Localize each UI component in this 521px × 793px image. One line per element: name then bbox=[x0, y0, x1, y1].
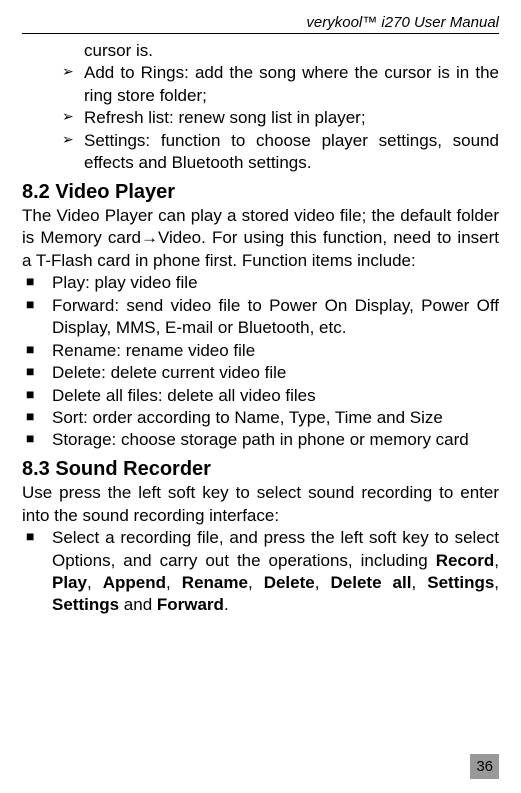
square-icon: ■ bbox=[22, 340, 52, 362]
bold-term: Settings bbox=[52, 595, 119, 614]
sep: , bbox=[248, 573, 264, 592]
square-item: ■ Rename: rename video file bbox=[22, 340, 499, 362]
brand-name: verykool bbox=[306, 14, 362, 31]
bold-term: Settings bbox=[427, 573, 494, 592]
section-83-para: Use press the left soft key to select so… bbox=[22, 482, 499, 527]
square-item: ■ Sort: order according to Name, Type, T… bbox=[22, 407, 499, 429]
header: verykool™ i270 User Manual bbox=[22, 14, 499, 34]
chevron-text: Settings: function to choose player sett… bbox=[84, 130, 499, 175]
sep: , bbox=[166, 573, 182, 592]
square-item: ■ Storage: choose storage path in phone … bbox=[22, 429, 499, 451]
chevron-item: ➢ Add to Rings: add the song where the c… bbox=[22, 62, 499, 107]
chevron-icon: ➢ bbox=[62, 62, 84, 107]
trademark: ™ bbox=[362, 14, 377, 31]
square-icon: ■ bbox=[22, 272, 52, 294]
square-item: ■ Play: play video file bbox=[22, 272, 499, 294]
square-item: ■ Select a recording file, and press the… bbox=[22, 527, 499, 617]
square-icon: ■ bbox=[22, 362, 52, 384]
square-item: ■ Delete all files: delete all video fil… bbox=[22, 385, 499, 407]
square-icon: ■ bbox=[22, 295, 52, 340]
chevron-text: Refresh list: renew song list in player; bbox=[84, 107, 499, 129]
square-text: Forward: send video file to Power On Dis… bbox=[52, 295, 499, 340]
chevron-icon: ➢ bbox=[62, 130, 84, 175]
and-word: and bbox=[119, 595, 157, 614]
square-icon: ■ bbox=[22, 385, 52, 407]
period: . bbox=[224, 595, 229, 614]
bold-term: Record bbox=[436, 551, 495, 570]
square-text: Delete all files: delete all video files bbox=[52, 385, 499, 407]
bold-term: Delete all bbox=[331, 573, 412, 592]
bold-term: Rename bbox=[182, 573, 248, 592]
bold-term: Forward bbox=[157, 595, 224, 614]
bold-term: Append bbox=[103, 573, 166, 592]
bold-term: Play bbox=[52, 573, 87, 592]
square-text: Delete: delete current video file bbox=[52, 362, 499, 384]
section-82-para: The Video Player can play a stored video… bbox=[22, 205, 499, 272]
square-icon: ■ bbox=[22, 407, 52, 429]
sep: , bbox=[494, 573, 499, 592]
chevron-text: Add to Rings: add the song where the cur… bbox=[84, 62, 499, 107]
square-text: Storage: choose storage path in phone or… bbox=[52, 429, 499, 451]
page-number: 36 bbox=[470, 754, 499, 779]
chevron-item: ➢ Refresh list: renew song list in playe… bbox=[22, 107, 499, 129]
sep: , bbox=[315, 573, 331, 592]
square-item: ■ Delete: delete current video file bbox=[22, 362, 499, 384]
square-item: ■ Forward: send video file to Power On D… bbox=[22, 295, 499, 340]
cursor-line: cursor is. bbox=[22, 40, 499, 62]
page-content: cursor is. ➢ Add to Rings: add the song … bbox=[22, 40, 499, 617]
chevron-icon: ➢ bbox=[62, 107, 84, 129]
bold-term: Delete bbox=[264, 573, 315, 592]
section-title-82: 8.2 Video Player bbox=[22, 179, 499, 205]
square-text: Sort: order according to Name, Type, Tim… bbox=[52, 407, 499, 429]
square-text: Rename: rename video file bbox=[52, 340, 499, 362]
square-text-83: Select a recording file, and press the l… bbox=[52, 527, 499, 617]
chevron-item: ➢ Settings: function to choose player se… bbox=[22, 130, 499, 175]
sep: , bbox=[411, 573, 427, 592]
section-title-83: 8.3 Sound Recorder bbox=[22, 456, 499, 482]
model-name: i270 User Manual bbox=[377, 14, 499, 31]
bullet-prefix: Select a recording file, and press the l… bbox=[52, 528, 499, 569]
sep: , bbox=[87, 573, 103, 592]
sep: , bbox=[494, 551, 499, 570]
square-icon: ■ bbox=[22, 429, 52, 451]
square-text: Play: play video file bbox=[52, 272, 499, 294]
square-icon: ■ bbox=[22, 527, 52, 617]
